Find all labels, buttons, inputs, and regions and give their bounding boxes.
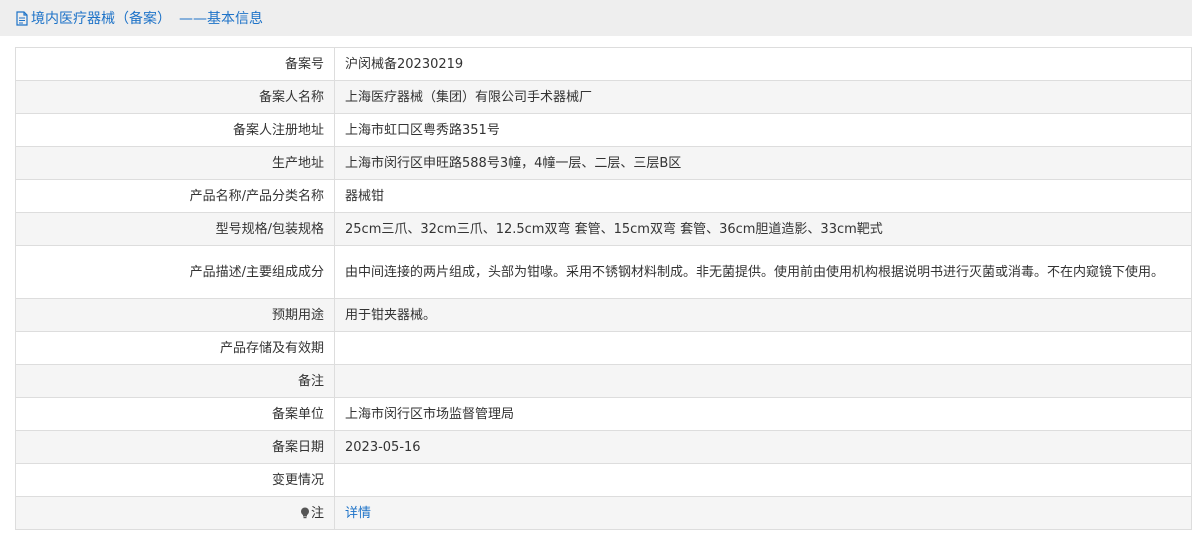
row-registrant-name: 备案人名称 上海医疗器械（集团）有限公司手术器械厂 xyxy=(15,80,1192,114)
row-remarks: 备注 xyxy=(15,364,1192,398)
details-link[interactable]: 详情 xyxy=(345,506,371,521)
row-value: 上海医疗器械（集团）有限公司手术器械厂 xyxy=(334,80,1192,114)
row-value xyxy=(334,364,1192,398)
row-change-status: 变更情况 xyxy=(15,463,1192,497)
row-value xyxy=(334,331,1192,365)
row-label: 备注 xyxy=(15,364,335,398)
row-intended-use: 预期用途 用于钳夹器械。 xyxy=(15,298,1192,332)
row-label: 型号规格/包装规格 xyxy=(15,212,335,246)
note-label: 注 xyxy=(310,505,324,521)
row-production-address: 生产地址 上海市闵行区申旺路588号3幢，4幢一层、二层、三层B区 xyxy=(15,146,1192,180)
row-record-number: 备案号 沪闵械备20230219 xyxy=(15,47,1192,81)
row-value xyxy=(334,463,1192,497)
row-label: 备案人注册地址 xyxy=(15,113,335,147)
row-storage-validity: 产品存储及有效期 xyxy=(15,331,1192,365)
row-label: 备案号 xyxy=(15,47,335,81)
row-value: 沪闵械备20230219 xyxy=(334,47,1192,81)
row-value: 上海市闵行区申旺路588号3幢，4幢一层、二层、三层B区 xyxy=(334,146,1192,180)
row-registrant-address: 备案人注册地址 上海市虹口区粤秀路351号 xyxy=(15,113,1192,147)
row-product-description: 产品描述/主要组成成分 由中间连接的两片组成，头部为钳喙。采用不锈钢材料制成。非… xyxy=(15,245,1192,299)
row-label: 产品存储及有效期 xyxy=(15,331,335,365)
row-model-spec: 型号规格/包装规格 25cm三爪、32cm三爪、12.5cm双弯 套管、15cm… xyxy=(15,212,1192,246)
row-value: 由中间连接的两片组成，头部为钳喙。采用不锈钢材料制成。非无菌提供。使用前由使用机… xyxy=(334,245,1192,299)
row-record-date: 备案日期 2023-05-16 xyxy=(15,430,1192,464)
row-label: 预期用途 xyxy=(15,298,335,332)
document-icon xyxy=(15,10,29,26)
row-label-note: 注 xyxy=(15,496,335,530)
row-label: 生产地址 xyxy=(15,146,335,180)
row-value: 用于钳夹器械。 xyxy=(334,298,1192,332)
page-title-link[interactable]: 境内医疗器械（备案） ——基本信息 xyxy=(15,8,263,28)
row-note: 注 详情 xyxy=(15,496,1192,530)
row-label: 变更情况 xyxy=(15,463,335,497)
row-record-unit: 备案单位 上海市闵行区市场监督管理局 xyxy=(15,397,1192,431)
page-header: 境内医疗器械（备案） ——基本信息 xyxy=(0,0,1192,36)
page-title: 境内医疗器械（备案） xyxy=(31,11,171,27)
row-value: 25cm三爪、32cm三爪、12.5cm双弯 套管、15cm双弯 套管、36cm… xyxy=(334,212,1192,246)
row-product-name: 产品名称/产品分类名称 器械钳 xyxy=(15,179,1192,213)
row-label: 备案单位 xyxy=(15,397,335,431)
row-value: 上海市闵行区市场监督管理局 xyxy=(334,397,1192,431)
page-subtitle: ——基本信息 xyxy=(179,11,263,27)
info-table: 备案号 沪闵械备20230219 备案人名称 上海医疗器械（集团）有限公司手术器… xyxy=(15,47,1192,530)
row-label: 产品名称/产品分类名称 xyxy=(15,179,335,213)
info-panel: 备案号 沪闵械备20230219 备案人名称 上海医疗器械（集团）有限公司手术器… xyxy=(15,47,1192,530)
row-value: 上海市虹口区粤秀路351号 xyxy=(334,113,1192,147)
row-value: 2023-05-16 xyxy=(334,430,1192,464)
row-label: 产品描述/主要组成成分 xyxy=(15,245,335,299)
row-value: 器械钳 xyxy=(334,179,1192,213)
row-label: 备案日期 xyxy=(15,430,335,464)
row-label: 备案人名称 xyxy=(15,80,335,114)
lightbulb-icon xyxy=(300,506,310,518)
row-value: 详情 xyxy=(334,496,1192,530)
